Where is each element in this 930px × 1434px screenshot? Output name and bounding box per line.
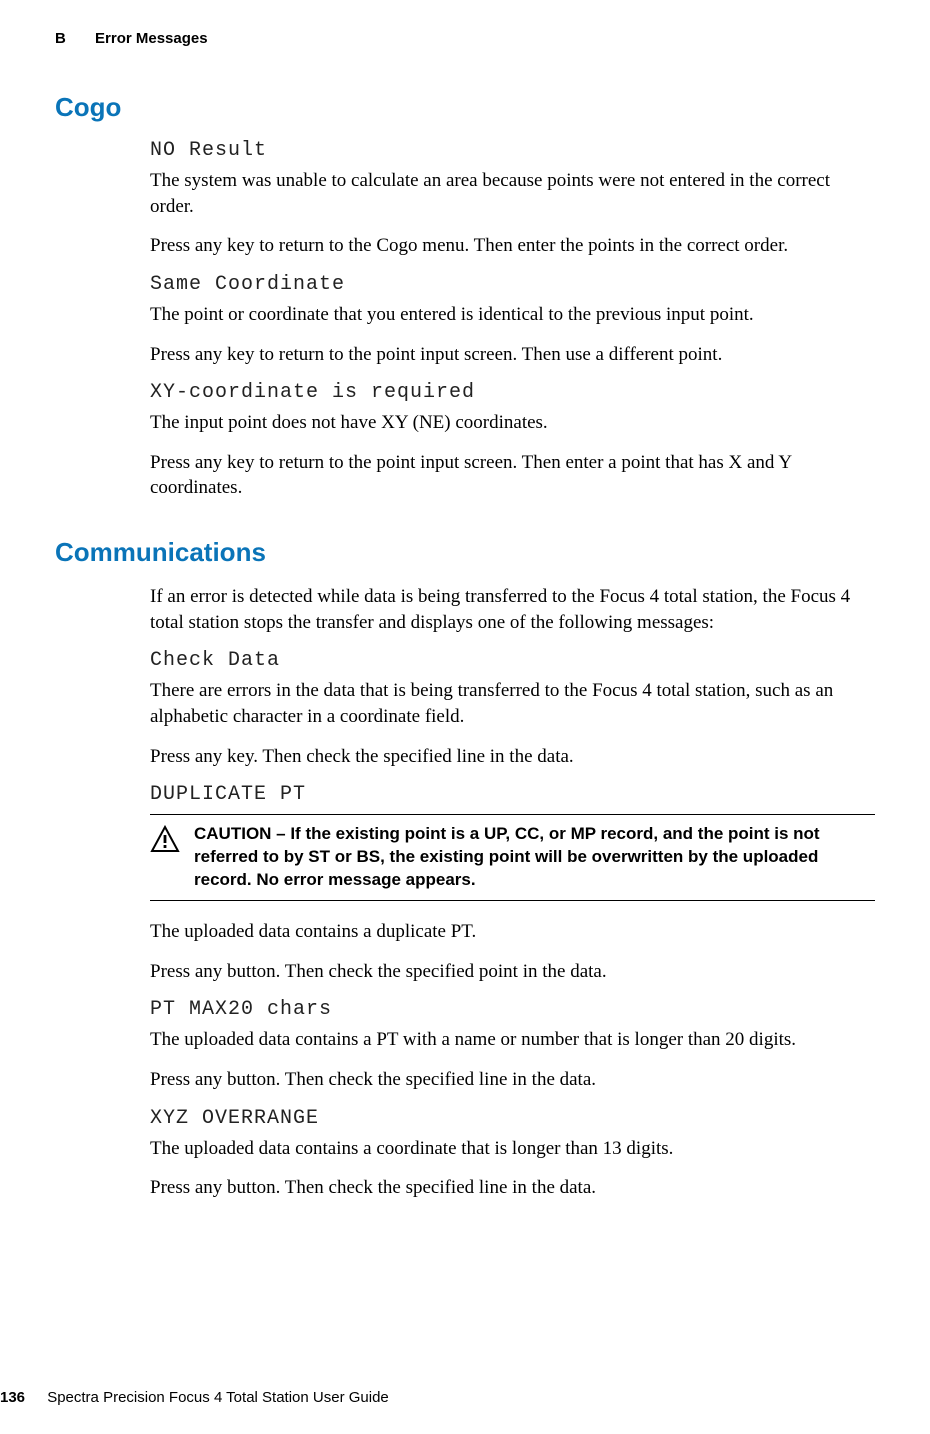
error-description: The input point does not have XY (NE) co… (150, 410, 875, 436)
section-heading-cogo: Cogo (55, 92, 875, 123)
comms-content: If an error is detected while data is be… (150, 584, 875, 1201)
page-footer: 136 Spectra Precision Focus 4 Total Stat… (0, 1389, 389, 1406)
error-description: The uploaded data contains a duplicate P… (150, 919, 875, 945)
error-code: PT MAX20 chars (150, 998, 875, 1021)
error-action: Press any key. Then check the specified … (150, 744, 875, 770)
error-action: Press any key to return to the Cogo menu… (150, 233, 875, 259)
error-code: Check Data (150, 649, 875, 672)
error-action: Press any button. Then check the specifi… (150, 1067, 875, 1093)
footer-guide-title: Spectra Precision Focus 4 Total Station … (47, 1389, 389, 1406)
caution-icon (150, 825, 180, 858)
running-header: B Error Messages (55, 30, 875, 47)
appendix-letter: B (55, 30, 91, 47)
error-code: Same Coordinate (150, 273, 875, 296)
error-description: The system was unable to calculate an ar… (150, 168, 875, 219)
error-action: Press any button. Then check the specifi… (150, 1175, 875, 1201)
error-description: The point or coordinate that you entered… (150, 302, 875, 328)
comms-intro: If an error is detected while data is be… (150, 584, 875, 635)
caution-text: CAUTION – If the existing point is a UP,… (194, 823, 875, 892)
error-description: The uploaded data contains a PT with a n… (150, 1027, 875, 1053)
error-code: DUPLICATE PT (150, 783, 875, 806)
error-action: Press any key to return to the point inp… (150, 450, 875, 501)
error-description: The uploaded data contains a coordinate … (150, 1136, 875, 1162)
page-number: 136 (0, 1389, 43, 1406)
section-heading-communications: Communications (55, 537, 875, 568)
error-description: There are errors in the data that is bei… (150, 678, 875, 729)
cogo-content: NO Result The system was unable to calcu… (150, 139, 875, 501)
caution-box: CAUTION – If the existing point is a UP,… (150, 814, 875, 901)
error-code: NO Result (150, 139, 875, 162)
header-title: Error Messages (95, 30, 208, 47)
error-action: Press any button. Then check the specifi… (150, 959, 875, 985)
error-code: XYZ OVERRANGE (150, 1107, 875, 1130)
error-code: XY-coordinate is required (150, 381, 875, 404)
error-action: Press any key to return to the point inp… (150, 342, 875, 368)
